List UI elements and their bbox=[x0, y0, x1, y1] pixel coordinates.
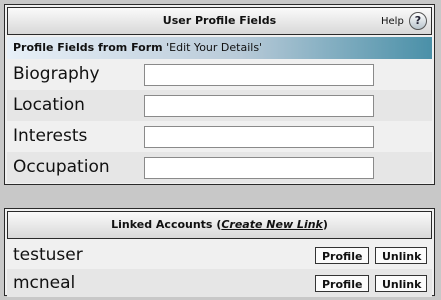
account-name: testuser bbox=[13, 245, 83, 265]
interests-field[interactable] bbox=[144, 126, 374, 148]
field-row-location: Location bbox=[7, 90, 432, 121]
occupation-field[interactable] bbox=[144, 157, 374, 179]
linked-title-suffix: ) bbox=[322, 218, 328, 231]
field-row-interests: Interests bbox=[7, 121, 432, 152]
field-label: Biography bbox=[13, 64, 100, 84]
form-subheader: Profile Fields from Form 'Edit Your Deta… bbox=[7, 37, 432, 59]
linked-accounts-panel: Linked Accounts (Create New Link) testus… bbox=[4, 208, 435, 297]
form-name: 'Edit Your Details' bbox=[166, 41, 263, 54]
field-label: Location bbox=[13, 95, 85, 115]
profile-button[interactable]: Profile bbox=[315, 247, 369, 264]
user-profile-fields-panel: User Profile Fields Help ? Profile Field… bbox=[4, 4, 435, 185]
biography-field[interactable] bbox=[144, 64, 374, 86]
help-link[interactable]: Help ? bbox=[381, 12, 427, 31]
unlink-button[interactable]: Unlink bbox=[375, 275, 427, 292]
profile-panel-header: User Profile Fields Help ? bbox=[7, 7, 432, 35]
location-field[interactable] bbox=[144, 95, 374, 117]
help-label[interactable]: Help bbox=[381, 16, 404, 27]
unlink-button[interactable]: Unlink bbox=[375, 247, 427, 264]
account-row: testuser Profile Unlink bbox=[7, 241, 432, 269]
field-label: Interests bbox=[13, 126, 88, 146]
field-row-biography: Biography bbox=[7, 59, 432, 90]
profile-button[interactable]: Profile bbox=[315, 275, 369, 292]
create-new-link[interactable]: Create New Link bbox=[221, 218, 323, 231]
field-label: Occupation bbox=[13, 157, 110, 177]
account-row: mcneal Profile Unlink bbox=[7, 269, 432, 297]
linked-panel-header: Linked Accounts (Create New Link) bbox=[7, 211, 432, 239]
panel-title: User Profile Fields bbox=[162, 14, 277, 27]
account-name: mcneal bbox=[13, 273, 76, 293]
subheader-label: Profile Fields from Form bbox=[13, 41, 163, 54]
help-icon[interactable]: ? bbox=[409, 12, 427, 30]
linked-title-prefix: Linked Accounts ( bbox=[111, 218, 222, 231]
field-row-occupation: Occupation bbox=[7, 152, 432, 183]
